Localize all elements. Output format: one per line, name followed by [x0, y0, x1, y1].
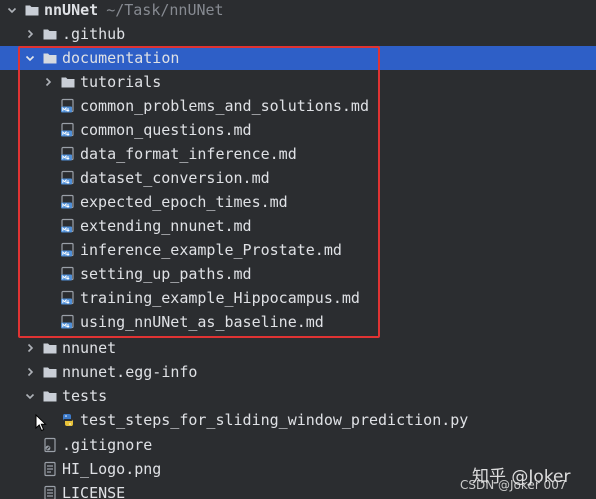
- chevron-down-icon[interactable]: [6, 4, 18, 16]
- folder-icon: [42, 26, 58, 42]
- tree-row-file[interactable]: extending_nnunet.md: [0, 214, 596, 238]
- file-name: setting_up_paths.md: [80, 265, 252, 283]
- folder-icon: [42, 388, 58, 404]
- tree-row-file[interactable]: data_format_inference.md: [0, 142, 596, 166]
- folder-icon: [42, 340, 58, 356]
- markdown-file-icon: [60, 242, 76, 258]
- folder-name: .github: [62, 25, 126, 43]
- file-name: .gitignore: [62, 436, 153, 454]
- python-file-icon: [60, 412, 76, 428]
- tree-row-egg-info[interactable]: nnunet.egg-info: [0, 360, 596, 384]
- folder-icon: [24, 2, 40, 18]
- tree-row-nnunet[interactable]: nnunet: [0, 336, 596, 360]
- folder-name: documentation: [62, 49, 180, 67]
- file-name: HI_Logo.png: [62, 460, 162, 478]
- tree-row-file[interactable]: inference_example_Prostate.md: [0, 238, 596, 262]
- text-file-icon: [42, 485, 58, 499]
- file-name: training_example_Hippocampus.md: [80, 289, 360, 307]
- file-name: expected_epoch_times.md: [80, 193, 288, 211]
- tree-row-github[interactable]: .github: [0, 22, 596, 46]
- chevron-right-icon[interactable]: [42, 76, 54, 88]
- file-name: using_nnUNet_as_baseline.md: [80, 313, 324, 331]
- watermark-subtext: CSDN @Joker 007: [460, 478, 567, 492]
- file-name: dataset_conversion.md: [80, 169, 270, 187]
- markdown-file-icon: [60, 314, 76, 330]
- tree-row-tests[interactable]: tests: [0, 384, 596, 408]
- file-name: test_steps_for_sliding_window_prediction…: [80, 411, 469, 429]
- markdown-file-icon: [60, 98, 76, 114]
- chevron-right-icon[interactable]: [24, 366, 36, 378]
- chevron-right-icon[interactable]: [24, 28, 36, 40]
- folder-name: nnunet.egg-info: [62, 363, 198, 381]
- markdown-file-icon: [60, 218, 76, 234]
- markdown-file-icon: [60, 266, 76, 282]
- file-name: inference_example_Prostate.md: [80, 241, 342, 259]
- root-folder-name: nnUNet: [44, 1, 99, 19]
- tree-row-file[interactable]: using_nnUNet_as_baseline.md: [0, 310, 596, 334]
- file-name: data_format_inference.md: [80, 145, 297, 163]
- tree-row-file[interactable]: training_example_Hippocampus.md: [0, 286, 596, 310]
- root-folder-path: ~/Task/nnUNet: [106, 1, 224, 19]
- tree-row-documentation[interactable]: documentation: [0, 46, 596, 70]
- mouse-cursor-icon: [35, 413, 47, 432]
- file-name: extending_nnunet.md: [80, 217, 252, 235]
- tree-row-file[interactable]: dataset_conversion.md: [0, 166, 596, 190]
- markdown-file-icon: [60, 170, 76, 186]
- file-name: common_problems_and_solutions.md: [80, 97, 369, 115]
- tree-row-file[interactable]: common_problems_and_solutions.md: [0, 94, 596, 118]
- markdown-file-icon: [60, 290, 76, 306]
- tree-row-file[interactable]: test_steps_for_sliding_window_prediction…: [0, 408, 596, 432]
- file-name: LICENSE: [62, 484, 126, 499]
- markdown-file-icon: [60, 194, 76, 210]
- chevron-right-icon[interactable]: [24, 342, 36, 354]
- gitignore-file-icon: [42, 437, 58, 453]
- folder-name: tutorials: [80, 73, 162, 91]
- tree-row-tutorials[interactable]: tutorials: [0, 70, 596, 94]
- tree-row-root[interactable]: nnUNet ~/Task/nnUNet: [0, 0, 596, 22]
- chevron-down-icon[interactable]: [24, 52, 36, 64]
- tree-row-file[interactable]: expected_epoch_times.md: [0, 190, 596, 214]
- tree-row-file[interactable]: common_questions.md: [0, 118, 596, 142]
- image-file-icon: [42, 461, 58, 477]
- folder-name: nnunet: [62, 339, 117, 357]
- file-name: common_questions.md: [80, 121, 252, 139]
- folder-icon: [60, 74, 76, 90]
- project-tree: nnUNet ~/Task/nnUNet .github documentati…: [0, 0, 596, 499]
- folder-name: tests: [62, 387, 108, 405]
- markdown-file-icon: [60, 146, 76, 162]
- chevron-down-icon[interactable]: [24, 390, 36, 402]
- folder-icon: [42, 364, 58, 380]
- tree-row-file[interactable]: .gitignore: [0, 433, 596, 457]
- tree-row-file[interactable]: setting_up_paths.md: [0, 262, 596, 286]
- markdown-file-icon: [60, 122, 76, 138]
- folder-icon: [42, 50, 58, 66]
